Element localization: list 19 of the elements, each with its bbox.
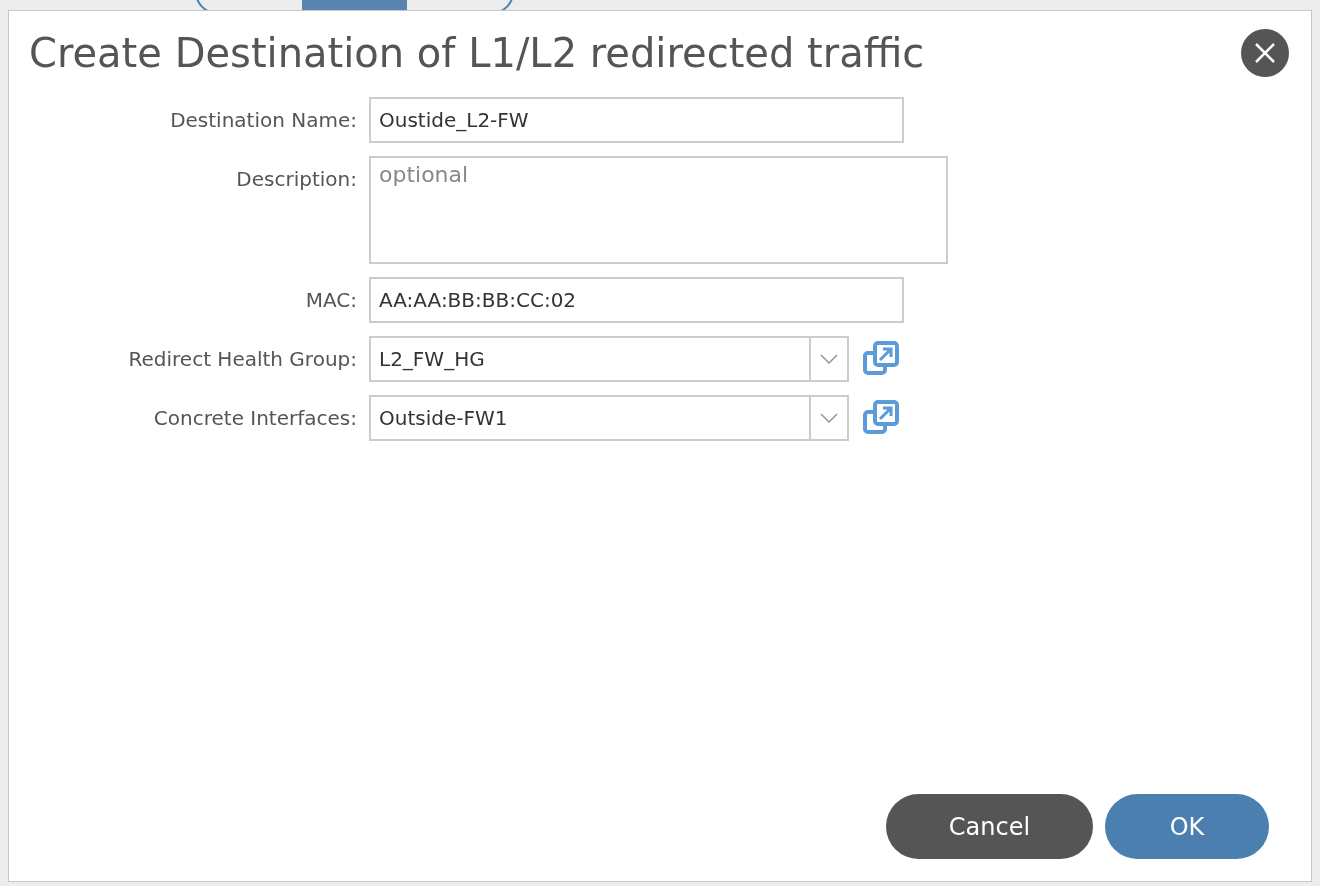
open-window-icon[interactable] — [863, 341, 899, 377]
close-button[interactable] — [1241, 29, 1289, 77]
text-field[interactable]: AA:AA:BB:BB:CC:02 — [369, 277, 904, 323]
text-field[interactable]: Oustide_L2-FW — [369, 97, 904, 143]
cancel-button[interactable]: Cancel — [886, 794, 1093, 859]
field-label: Destination Name: — [170, 107, 357, 134]
dialog-title: Create Destination of L1/L2 redirected traffic — [29, 30, 925, 76]
field-label: Concrete Interfaces: — [153, 405, 357, 432]
ok-button[interactable]: OK — [1105, 794, 1269, 859]
field-label: MAC: — [305, 287, 357, 314]
description-field[interactable]: optional — [369, 156, 948, 264]
chevron-down-icon — [820, 354, 838, 364]
dropdown-field[interactable]: L2_FW_HG — [369, 336, 849, 382]
open-window-icon[interactable] — [863, 400, 899, 436]
field-label: Redirect Health Group: — [128, 346, 357, 373]
field-label: Description: — [236, 166, 357, 193]
dropdown-field[interactable]: Outside-FW1 — [369, 395, 849, 441]
chevron-down-icon — [820, 413, 838, 423]
close-icon — [1254, 42, 1276, 64]
